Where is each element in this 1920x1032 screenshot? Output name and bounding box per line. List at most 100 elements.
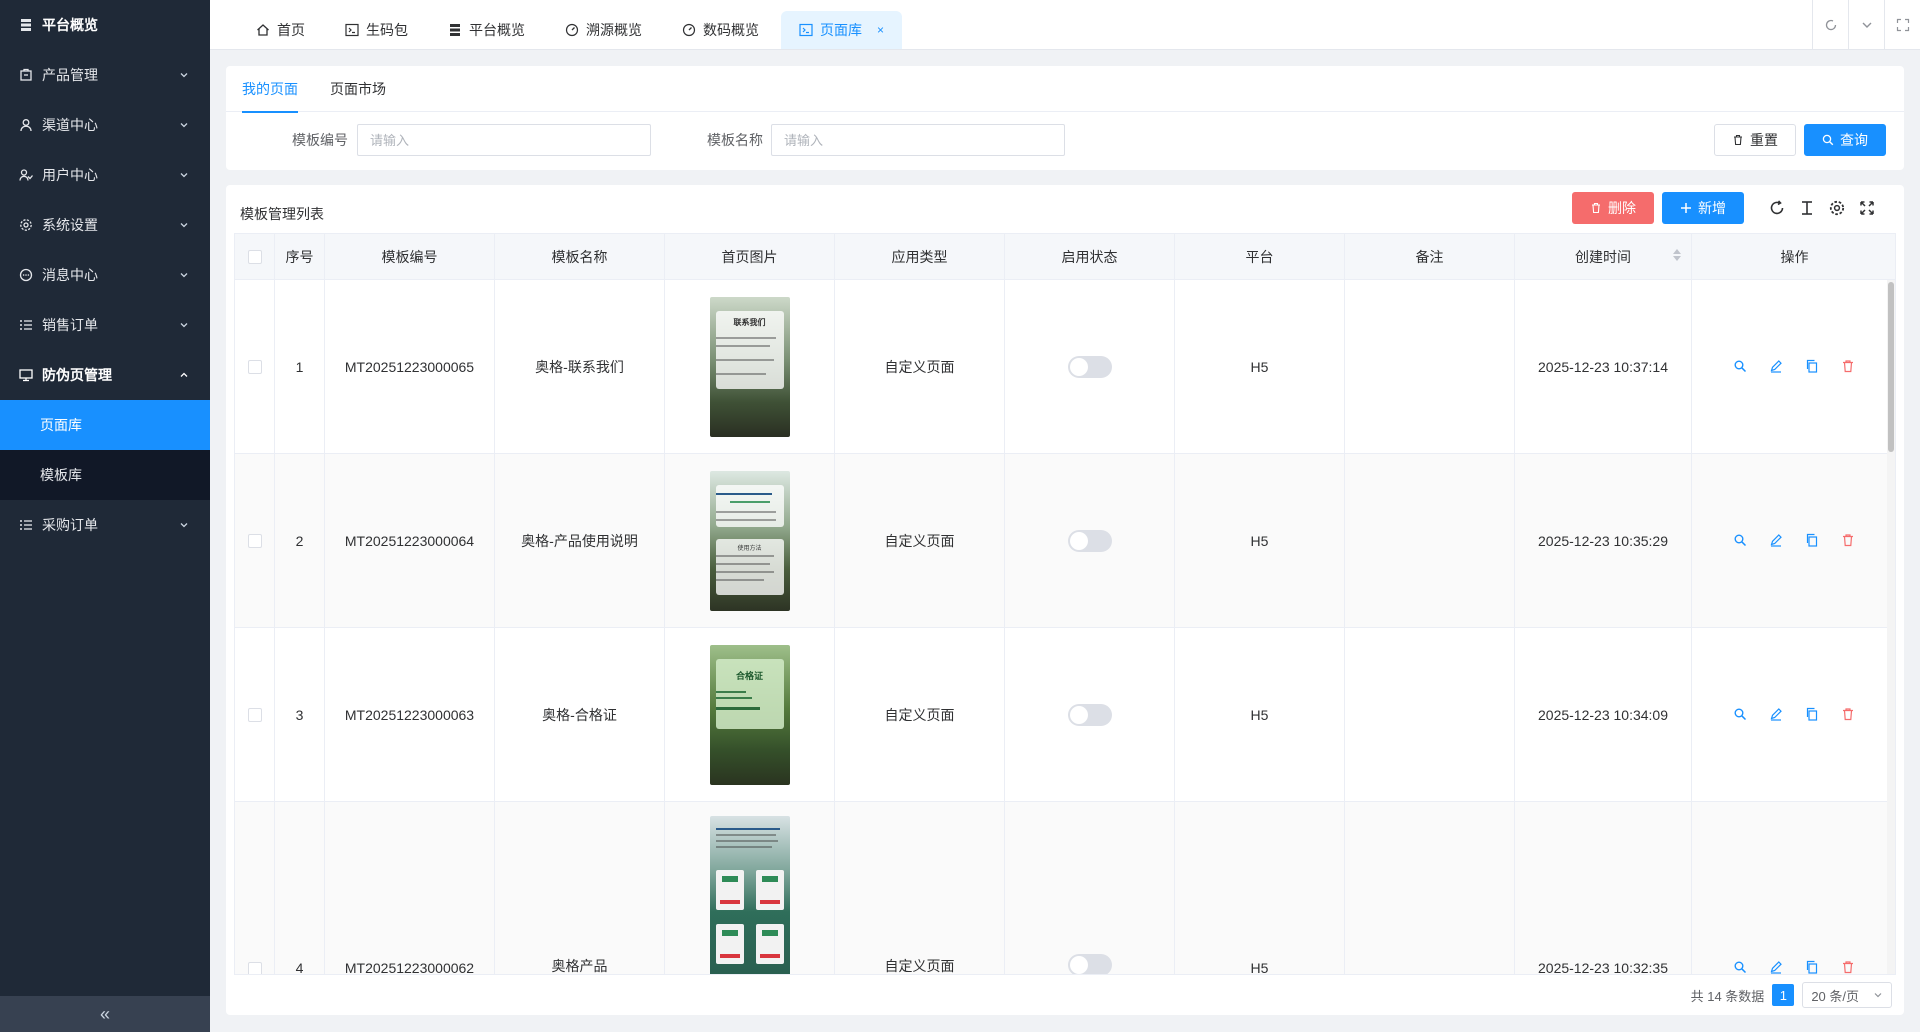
view-search-icon[interactable]: [1733, 960, 1749, 974]
subtab-label: 页面市场: [330, 81, 386, 97]
density-button[interactable]: [1794, 195, 1820, 221]
select-all-checkbox[interactable]: [247, 250, 262, 264]
delete-icon[interactable]: [1841, 359, 1857, 375]
sidebar-item-template-library[interactable]: 模板库: [0, 450, 210, 500]
users-icon: [18, 167, 34, 183]
tab-traceability-overview[interactable]: 溯源概览: [547, 11, 660, 49]
edit-icon[interactable]: [1769, 707, 1785, 723]
enable-switch[interactable]: [1067, 954, 1112, 974]
copy-icon[interactable]: [1805, 707, 1821, 723]
row-checkbox[interactable]: [247, 534, 262, 548]
subtab-label: 我的页面: [242, 81, 298, 97]
page-thumbnail[interactable]: [709, 816, 790, 974]
page-thumbnail[interactable]: 联系我们: [709, 297, 790, 437]
sidebar-item-purchase-orders[interactable]: 采购订单: [0, 500, 210, 550]
page-number-1[interactable]: 1: [1772, 984, 1795, 1006]
table-panel: 模板管理列表 删除 新增 序号 模板编号 模板名称 首页图片 应用类型 启用状态…: [226, 185, 1904, 1015]
sort-icon[interactable]: [1673, 249, 1681, 261]
column-header: 序号: [275, 234, 325, 280]
view-search-icon[interactable]: [1733, 533, 1749, 549]
template-code-input[interactable]: [357, 124, 651, 156]
sidebar-item-anti-counterfeit[interactable]: 防伪页管理: [0, 350, 210, 400]
fullscreen-button[interactable]: [1884, 0, 1920, 50]
column-header: 模板编号: [325, 234, 495, 280]
row-checkbox[interactable]: [247, 708, 262, 722]
refresh-table-button[interactable]: [1764, 195, 1790, 221]
chevron-down-icon: [1874, 993, 1882, 998]
table-cell: 2025-12-23 10:32:35: [1515, 802, 1692, 975]
add-button[interactable]: 新增: [1662, 192, 1744, 224]
header-select-all[interactable]: [235, 234, 275, 280]
enable-switch[interactable]: [1067, 704, 1112, 726]
sidebar: 平台概览 产品管理 渠道中心 用户中心 系统设置 消息中心 销售订单 防伪页管理…: [0, 0, 210, 1032]
reset-button[interactable]: 重置: [1714, 124, 1796, 156]
subtab-my-pages[interactable]: 我的页面: [242, 66, 298, 113]
delete-icon[interactable]: [1841, 960, 1857, 974]
sidebar-item-label: 销售订单: [42, 317, 98, 333]
sidebar-item-product[interactable]: 产品管理: [0, 50, 210, 100]
copy-icon[interactable]: [1805, 533, 1821, 549]
scrollbar-thumb[interactable]: [1888, 282, 1894, 452]
table-row: 1 MT20251223000065 奥格-联系我们 联系我们 自定义页面 H5 202…: [235, 280, 1895, 454]
edit-icon[interactable]: [1769, 533, 1785, 549]
tab-digital-overview[interactable]: 数码概览: [664, 11, 777, 49]
sidebar-item-channel[interactable]: 渠道中心: [0, 100, 210, 150]
sidebar-item-platform-overview[interactable]: 平台概览: [0, 0, 210, 50]
table-fullscreen-button[interactable]: [1854, 195, 1880, 221]
sidebar-item-page-library[interactable]: 页面库: [0, 400, 210, 450]
row-checkbox[interactable]: [247, 962, 262, 974]
query-label: 查询: [1840, 132, 1868, 148]
row-checkbox[interactable]: [247, 360, 262, 374]
tab-home[interactable]: 首页: [238, 11, 323, 49]
table-cell: 使用方法: [665, 454, 835, 628]
sidebar-collapse-button[interactable]: «: [0, 996, 210, 1032]
tab-page-library[interactable]: 页面库 ×: [781, 11, 903, 49]
template-name-input[interactable]: [771, 124, 1065, 156]
page-size-select[interactable]: 20 条/页: [1802, 982, 1892, 1008]
query-button[interactable]: 查询: [1804, 124, 1886, 156]
platform: H5: [1250, 533, 1269, 549]
column-header: 操作: [1780, 249, 1809, 265]
copy-icon[interactable]: [1805, 359, 1821, 375]
copy-icon[interactable]: [1805, 960, 1821, 974]
column-settings-button[interactable]: [1824, 195, 1850, 221]
page-thumbnail[interactable]: 使用方法: [709, 471, 790, 611]
chevron-down-icon: [180, 173, 188, 178]
tab-platform-overview[interactable]: 平台概览: [430, 11, 543, 49]
created-time: 2025-12-23 10:32:35: [1538, 960, 1668, 975]
refresh-tab-button[interactable]: [1812, 0, 1848, 50]
view-search-icon[interactable]: [1733, 707, 1749, 723]
edit-icon[interactable]: [1769, 359, 1785, 375]
row-index: 1: [295, 359, 304, 375]
tab-label: 生码包: [366, 22, 408, 38]
sidebar-item-label: 模板库: [40, 467, 82, 483]
product-pack: [715, 870, 744, 910]
sidebar-item-message-center[interactable]: 消息中心: [0, 250, 210, 300]
close-icon[interactable]: ×: [877, 23, 884, 37]
subtab-page-market[interactable]: 页面市场: [330, 66, 386, 112]
sidebar-item-system-settings[interactable]: 系统设置: [0, 200, 210, 250]
sidebar-item-user-center[interactable]: 用户中心: [0, 150, 210, 200]
product-pack: [715, 924, 744, 964]
refresh-icon: [1825, 19, 1836, 31]
chevron-down-icon: [180, 523, 188, 528]
edit-icon[interactable]: [1769, 960, 1785, 974]
enable-switch[interactable]: [1067, 530, 1112, 552]
tab-menu-button[interactable]: [1848, 0, 1884, 50]
sidebar-item-label: 页面库: [40, 417, 82, 433]
page-thumbnail[interactable]: 合格证: [709, 645, 790, 785]
table-scrollbar[interactable]: [1887, 280, 1895, 974]
reset-label: 重置: [1750, 132, 1778, 148]
enable-switch[interactable]: [1067, 356, 1112, 378]
chevron-down-icon: [180, 73, 188, 78]
column-header-created-time[interactable]: 创建时间: [1515, 234, 1692, 280]
application-type: 自定义页面: [884, 958, 955, 974]
delete-icon[interactable]: [1841, 533, 1857, 549]
delete-button[interactable]: 删除: [1572, 192, 1654, 224]
delete-icon[interactable]: [1841, 707, 1857, 723]
view-search-icon[interactable]: [1733, 359, 1749, 375]
template-name: 奥格-产品使用说明: [521, 533, 638, 549]
tab-code-package[interactable]: 生码包: [327, 11, 426, 49]
sidebar-item-sales-orders[interactable]: 销售订单: [0, 300, 210, 350]
table-cell: [1692, 280, 1895, 454]
